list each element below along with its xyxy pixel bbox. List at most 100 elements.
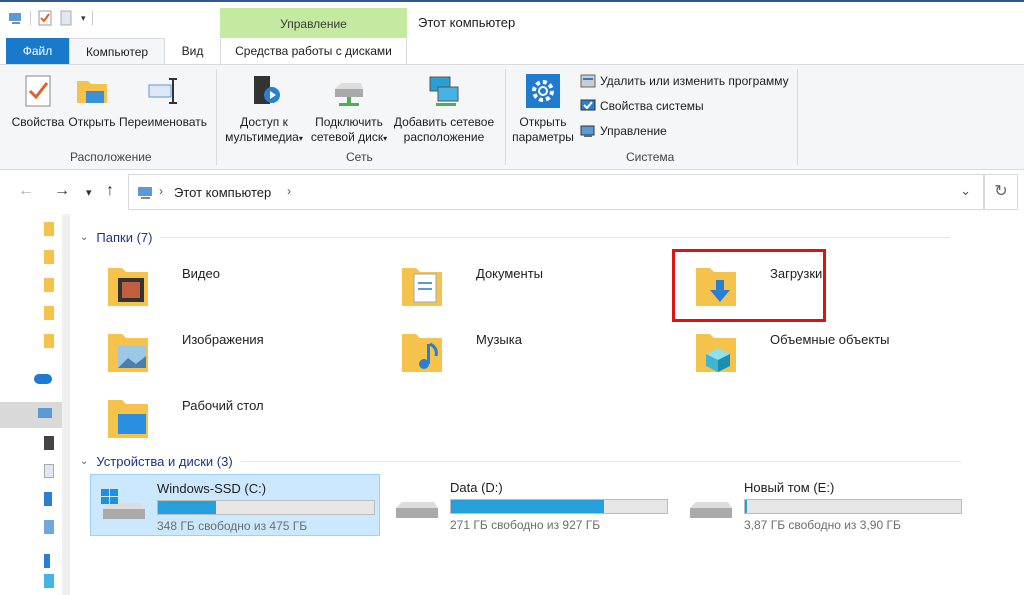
system-properties-icon (580, 99, 596, 111)
navigation-pane (0, 214, 70, 595)
open-settings-button[interactable]: Открыть параметры (510, 71, 576, 145)
properties-label: Свойства (11, 115, 65, 129)
context-tab-manage[interactable]: Управление (220, 8, 407, 40)
nav-folder-icon[interactable] (44, 306, 54, 320)
this-pc-nav-icon[interactable] (38, 408, 52, 418)
up-arrow-icon[interactable]: ↑ (106, 182, 114, 200)
system-properties-button[interactable]: Свойства системы (580, 98, 704, 114)
pictures-folder-icon (108, 334, 148, 372)
drive-item-d[interactable]: Data (D:) 271 ГБ свободно из 927 ГБ (384, 474, 674, 536)
folder-label: Музыка (476, 332, 522, 347)
quick-access-toolbar: ▾ (8, 10, 93, 26)
nav-video-icon[interactable] (44, 436, 54, 450)
group-network-label: Сеть (346, 150, 373, 164)
folder-item-desktop[interactable]: Рабочий стол (96, 388, 356, 448)
tab-view[interactable]: Вид (170, 38, 215, 64)
folder-label: Видео (182, 266, 220, 281)
nav-folder-icon[interactable] (44, 222, 54, 236)
breadcrumb-separator-icon[interactable]: › (159, 184, 163, 198)
windows-drive-icon (101, 489, 145, 519)
nav-selected-this-pc[interactable] (0, 402, 62, 428)
folder-item-videos[interactable]: Видео (96, 256, 356, 316)
tab-file[interactable]: Файл (6, 38, 69, 64)
documents-folder-icon (402, 268, 442, 306)
nav-folder-icon[interactable] (44, 278, 54, 292)
nav-folder-icon[interactable] (44, 334, 54, 348)
drive-item-c[interactable]: Windows-SSD (C:) 348 ГБ свободно из 475 … (90, 474, 380, 536)
breadcrumb-this-pc[interactable]: Этот компьютер (174, 185, 271, 200)
open-folder-icon (77, 81, 107, 103)
desktop-folder-icon (108, 400, 148, 438)
ribbon-separator (797, 69, 798, 165)
collapse-chevron-icon[interactable]: ⌄ (80, 232, 88, 243)
tab-disk-tools[interactable]: Средства работы с дисками (220, 38, 407, 64)
add-network-location-button[interactable]: Добавить сетевое расположение (392, 71, 496, 145)
nav-scrollbar[interactable] (62, 214, 70, 595)
this-pc-icon (138, 187, 152, 199)
window-title: Этот компьютер (418, 15, 516, 30)
onedrive-icon[interactable] (34, 374, 52, 384)
programs-icon (580, 74, 596, 88)
tab-computer[interactable]: Компьютер (69, 38, 165, 64)
open-button[interactable]: Открыть (67, 71, 117, 130)
refresh-icon: ↻ (994, 183, 1008, 200)
videos-folder-icon (108, 268, 148, 306)
drives-header-label: Устройства и диски (3) (96, 454, 233, 469)
folders-section-header[interactable]: ⌄ Папки (7) (80, 230, 951, 245)
open-label: Открыть (68, 115, 116, 129)
folder-item-music[interactable]: Музыка (390, 322, 650, 382)
forward-arrow-icon[interactable]: → (54, 182, 70, 200)
ribbon: Свойства Открыть Переименовать Расположе… (0, 64, 1024, 170)
drive-usage-fill (451, 500, 604, 513)
content-area: ⌄ Папки (7) Видео Документы Загрузки Изо… (70, 214, 1024, 595)
computer-icon[interactable] (8, 10, 24, 26)
nav-3d-icon[interactable] (44, 574, 54, 588)
address-bar[interactable]: › Этот компьютер › ⌄ (128, 174, 984, 210)
media-server-icon (254, 76, 280, 104)
sysprops-label: Свойства системы (600, 99, 704, 113)
hard-drive-icon (690, 502, 732, 518)
properties-icon (25, 75, 51, 107)
map-drive-label-1: Подключить (315, 115, 383, 129)
drive-usage-fill (158, 501, 216, 514)
map-network-drive-button[interactable]: Подключить сетевой диск▾ (308, 71, 390, 146)
folder-item-documents[interactable]: Документы (390, 256, 650, 316)
uninstall-program-button[interactable]: Удалить или изменить программу (580, 73, 789, 89)
uninstall-label: Удалить или изменить программу (600, 74, 789, 88)
manage-button[interactable]: Управление (580, 123, 667, 139)
nav-downloads-icon[interactable] (44, 492, 52, 506)
nav-folder-icon[interactable] (44, 250, 54, 264)
address-dropdown-icon[interactable]: ⌄ (960, 183, 971, 199)
qat-divider (30, 11, 31, 25)
add-location-label-2: расположение (403, 130, 485, 144)
drive-item-e[interactable]: Новый том (E:) 3,87 ГБ свободно из 3,90 … (678, 474, 968, 536)
ribbon-separator (505, 69, 506, 165)
back-arrow-icon[interactable]: ← (18, 182, 34, 200)
nav-documents-icon[interactable] (44, 464, 54, 478)
section-divider (160, 237, 951, 238)
folder-item-3d-objects[interactable]: Объемные объекты (684, 322, 944, 382)
new-folder-icon[interactable] (59, 10, 75, 26)
recent-dropdown-icon[interactable]: ▾ (86, 186, 92, 199)
drive-free-space: 3,87 ГБ свободно из 3,90 ГБ (744, 518, 901, 532)
folder-item-pictures[interactable]: Изображения (96, 322, 356, 382)
media-access-button[interactable]: Доступ к мультимедиа▾ (222, 71, 306, 146)
drives-section-header[interactable]: ⌄ Устройства и диски (3) (80, 454, 961, 469)
network-drive-icon (335, 83, 363, 106)
drive-name: Windows-SSD (C:) (157, 481, 267, 496)
network-location-icon (429, 76, 459, 106)
folder-label: Рабочий стол (182, 398, 264, 413)
collapse-chevron-icon[interactable]: ⌄ (80, 456, 88, 467)
refresh-button[interactable]: ↻ (984, 174, 1018, 210)
properties-button[interactable]: Свойства (10, 71, 66, 130)
breadcrumb-separator-icon[interactable]: › (287, 184, 291, 198)
computer-management-icon (580, 125, 595, 137)
hard-drive-icon (396, 502, 438, 518)
qat-dropdown-icon[interactable]: ▾ (81, 13, 86, 24)
rename-button[interactable]: Переименовать (118, 71, 208, 130)
nav-music-icon[interactable] (44, 554, 50, 568)
properties-check-icon[interactable] (37, 10, 53, 26)
group-system-label: Система (626, 150, 675, 164)
nav-pictures-icon[interactable] (44, 520, 54, 534)
music-folder-icon (402, 334, 442, 372)
